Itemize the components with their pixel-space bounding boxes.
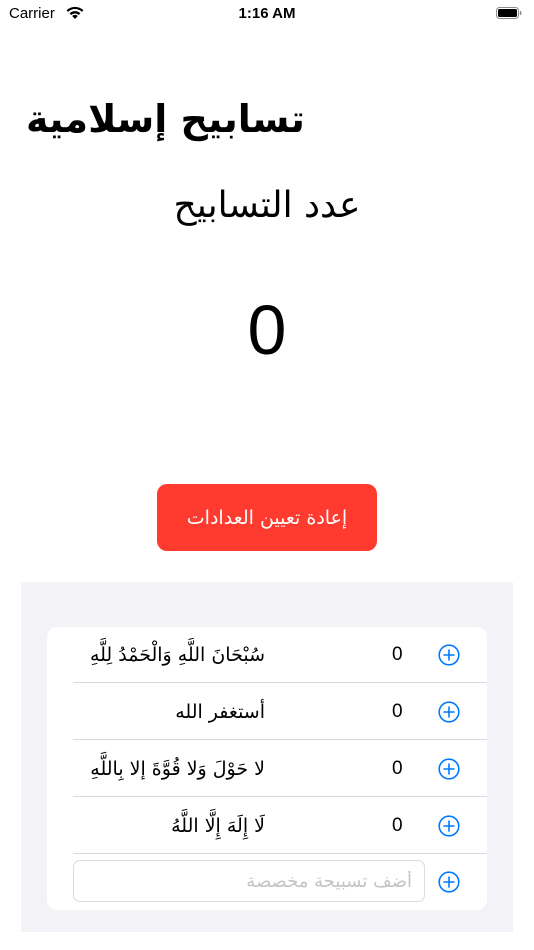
- tasbeeh-count: 0: [392, 758, 403, 779]
- tasbeeh-row: لا حَوْلَ وَلا قُوَّةَ إلا بِاللَّهِ 0: [47, 741, 487, 797]
- row-divider: [73, 739, 487, 740]
- tasbeeh-label: أستغفر الله: [175, 701, 265, 723]
- row-divider: [73, 682, 487, 683]
- tasbeeh-row: سُبْحَانَ اللَّهِ وَالْحَمْدُ لِلَّهِ 0: [47, 627, 487, 683]
- tasbeeh-row: لَا إِلَهَ إِلَّا اللَّهُ 0: [47, 798, 487, 854]
- counter-label: عدد التسابيح: [173, 185, 361, 226]
- plus-circle-icon[interactable]: [438, 758, 460, 780]
- reset-counters-button[interactable]: إعادة تعيين العدادات: [157, 484, 377, 551]
- page-title: تسابيح إسلامية: [26, 97, 305, 141]
- status-bar: Carrier 1:16 AM: [0, 0, 534, 30]
- row-divider: [73, 853, 487, 854]
- add-custom-tasbeeh-icon[interactable]: [438, 871, 460, 893]
- plus-circle-icon[interactable]: [438, 644, 460, 666]
- row-divider: [73, 796, 487, 797]
- clock: 1:16 AM: [238, 5, 296, 22]
- tasbeeh-label: لا حَوْلَ وَلا قُوَّةَ إلا بِاللَّهِ: [90, 758, 265, 780]
- tasbeeh-count: 0: [392, 815, 403, 836]
- battery-icon: [496, 7, 522, 19]
- tasbeeh-label: لَا إِلَهَ إِلَّا اللَّهُ: [171, 815, 265, 837]
- tasbeeh-label: سُبْحَانَ اللَّهِ وَالْحَمْدُ لِلَّهِ: [89, 644, 265, 666]
- custom-tasbeeh-input[interactable]: [73, 860, 425, 902]
- tasbeeh-count: 0: [392, 701, 403, 722]
- plus-circle-icon[interactable]: [438, 701, 460, 723]
- tasbeeh-list-area: سُبْحَانَ اللَّهِ وَالْحَمْدُ لِلَّهِ 0 …: [21, 582, 513, 932]
- tasbeeh-count: 0: [392, 644, 403, 665]
- plus-circle-icon[interactable]: [438, 815, 460, 837]
- counter-value: 0: [247, 291, 287, 369]
- tasbeeh-row: أستغفر الله 0: [47, 684, 487, 740]
- tasbeeh-list: سُبْحَانَ اللَّهِ وَالْحَمْدُ لِلَّهِ 0 …: [47, 627, 487, 910]
